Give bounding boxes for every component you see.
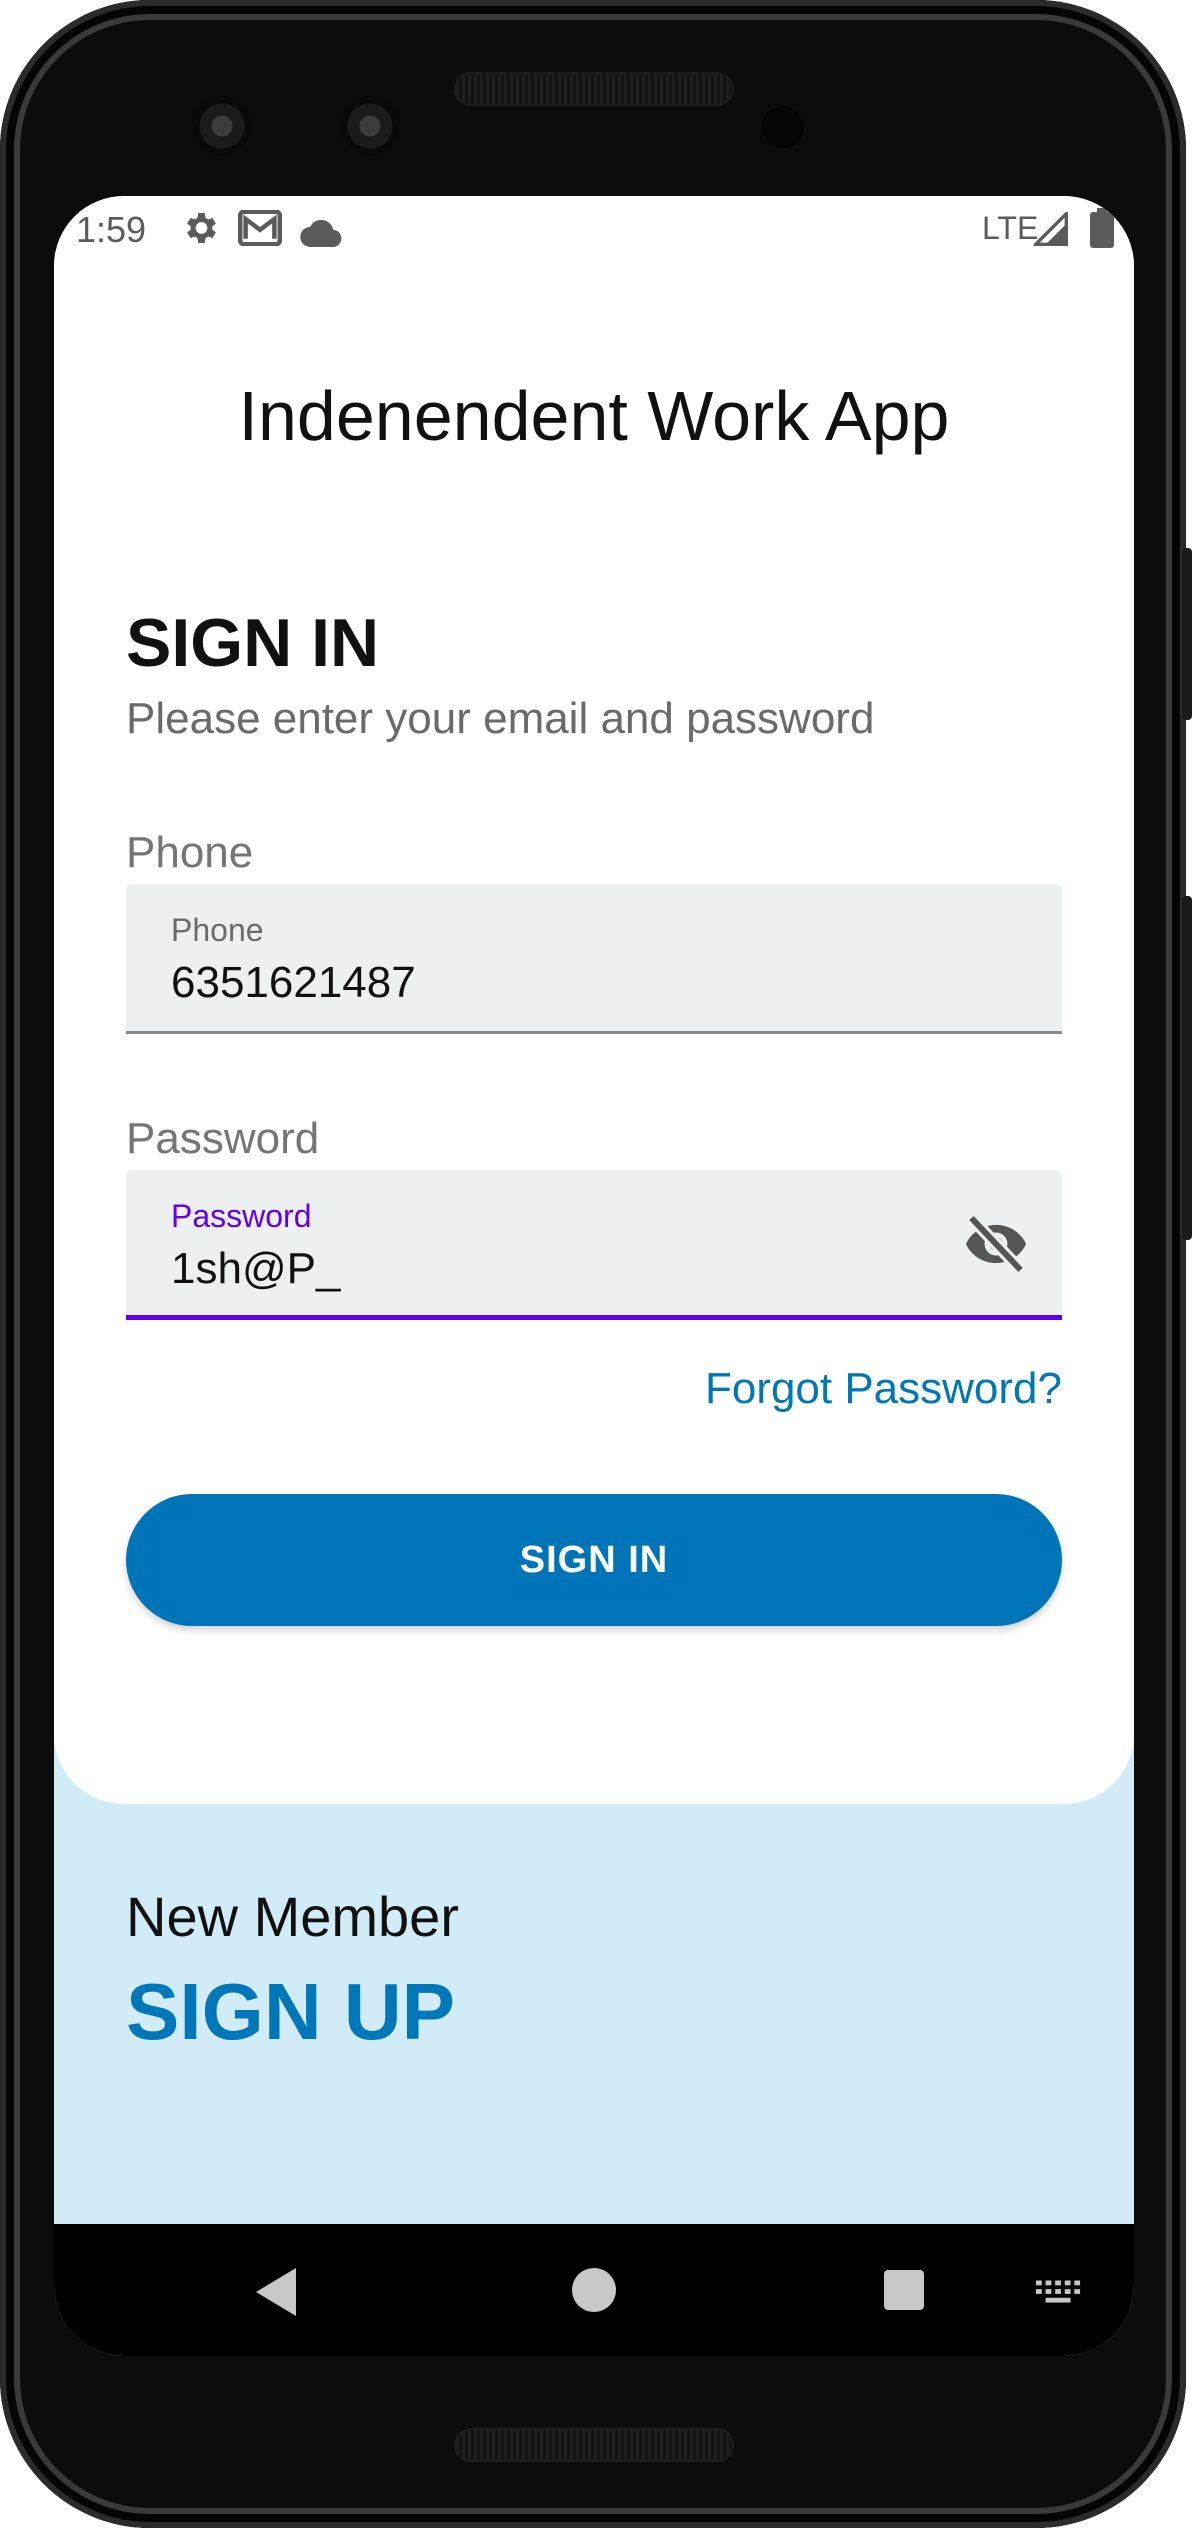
volume-button — [1182, 896, 1192, 1240]
password-label: Password — [126, 1114, 320, 1163]
sign-in-card: 1:59 LTE Indenendent Work App SIGN IN Pl… — [54, 196, 1134, 1804]
recents-icon[interactable] — [884, 2270, 924, 2315]
screen: 1:59 LTE Indenendent Work App SIGN IN Pl… — [54, 196, 1134, 2356]
keyboard-icon[interactable] — [1036, 2280, 1082, 2309]
mail-icon — [237, 209, 283, 255]
password-field[interactable]: Password 1sh@P_ — [126, 1170, 1062, 1320]
password-floating-label: Password — [171, 1198, 312, 1234]
sign-in-heading: SIGN IN — [126, 605, 380, 681]
settings-icon — [180, 208, 220, 257]
phone-floating-label: Phone — [171, 912, 264, 948]
forgot-password-link[interactable]: Forgot Password? — [705, 1364, 1062, 1414]
top-speaker — [456, 74, 732, 104]
sign-in-button[interactable]: SIGN IN — [126, 1494, 1062, 1626]
signal-icon — [1031, 209, 1068, 255]
phone-frame: 1:59 LTE Indenendent Work App SIGN IN Pl… — [0, 0, 1192, 2528]
battery-icon — [1090, 208, 1114, 257]
navigation-bar — [54, 2224, 1134, 2356]
phone-field[interactable]: Phone 6351621487 — [126, 884, 1062, 1034]
power-button — [1182, 548, 1192, 720]
eye-off-icon[interactable] — [962, 1213, 1030, 1275]
phone-label: Phone — [126, 828, 254, 877]
status-bar: 1:59 LTE — [54, 196, 1134, 260]
phone-input-value[interactable]: 6351621487 — [171, 958, 416, 1008]
front-camera-left — [192, 96, 252, 156]
password-input-value[interactable]: 1sh@P_ — [171, 1244, 340, 1294]
bottom-speaker — [456, 2430, 732, 2460]
app-title: Indenendent Work App — [238, 377, 950, 455]
cloud-icon — [300, 214, 342, 256]
home-icon[interactable] — [572, 2268, 616, 2317]
front-camera-right — [340, 96, 400, 156]
network-type: LTE — [982, 210, 1039, 246]
new-member-text: New Member — [126, 1885, 459, 1948]
sign-in-subtitle: Please enter your email and password — [126, 694, 875, 743]
sign-in-button-label: SIGN IN — [519, 1538, 669, 1581]
back-icon[interactable] — [256, 2268, 300, 2321]
sign-up-link[interactable]: SIGN UP — [126, 1966, 455, 2058]
proximity-sensor — [762, 106, 804, 148]
status-time: 1:59 — [76, 209, 147, 250]
